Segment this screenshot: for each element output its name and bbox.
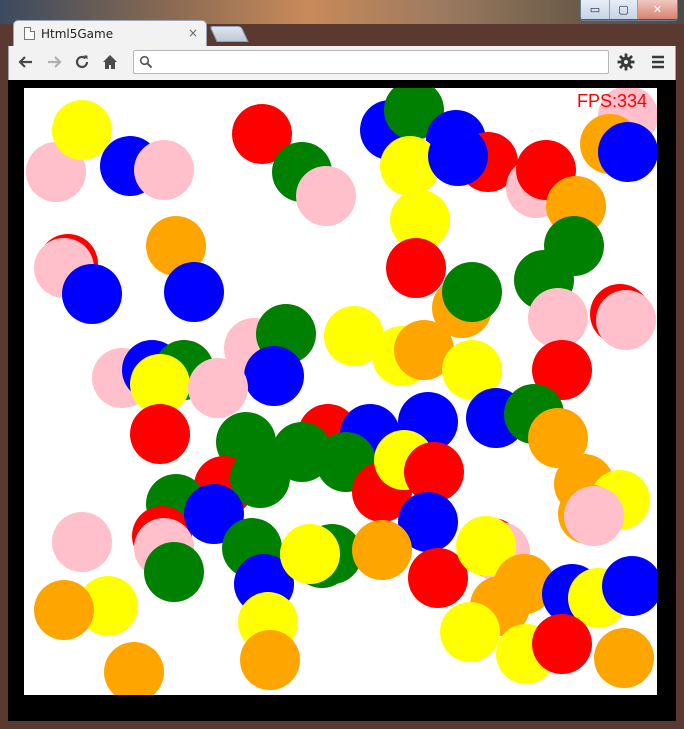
orange-ball <box>594 628 654 688</box>
menu-button[interactable] <box>647 51 669 73</box>
blue-ball <box>164 262 224 322</box>
maximize-button[interactable]: ▢ <box>609 0 637 19</box>
back-button[interactable] <box>15 51 37 73</box>
forward-button[interactable] <box>43 51 65 73</box>
pink-ball <box>52 512 112 572</box>
pink-ball <box>528 288 588 348</box>
page-icon <box>24 27 35 40</box>
red-ball <box>532 614 592 674</box>
yellow-ball <box>280 524 340 584</box>
blue-ball <box>62 264 122 324</box>
browser-toolbar <box>8 46 676 80</box>
search-icon <box>139 55 153 69</box>
green-ball <box>144 542 204 602</box>
reload-button[interactable] <box>71 51 93 73</box>
close-window-button[interactable]: ✕ <box>637 0 677 19</box>
balls-layer <box>26 88 657 695</box>
game-canvas[interactable]: FPS:334 <box>24 88 657 695</box>
blue-ball <box>428 126 488 186</box>
blue-ball <box>598 122 657 182</box>
red-ball <box>386 238 446 298</box>
pink-ball <box>596 290 656 350</box>
pink-ball <box>134 140 194 200</box>
settings-button[interactable] <box>615 51 637 73</box>
reload-icon <box>75 55 89 69</box>
back-arrow-icon <box>18 56 32 68</box>
pink-ball <box>188 358 248 418</box>
tab-title: Html5Game <box>41 26 114 41</box>
yellow-ball <box>440 602 500 662</box>
address-bar[interactable] <box>133 50 609 74</box>
orange-ball <box>34 580 94 640</box>
gear-icon <box>617 53 635 71</box>
tab-strip: Html5Game × <box>0 18 684 46</box>
home-button[interactable] <box>99 51 121 73</box>
minimize-button[interactable]: ▭ <box>581 0 609 19</box>
browser-window: ▭ ▢ ✕ Html5Game × FPS:334 <box>0 0 684 729</box>
tab-close-icon[interactable]: × <box>188 26 198 40</box>
pink-ball <box>564 486 624 546</box>
page-viewport: FPS:334 <box>8 80 676 721</box>
pink-ball <box>296 166 356 226</box>
address-input[interactable] <box>158 53 602 73</box>
green-ball <box>442 262 502 322</box>
blue-ball <box>244 346 304 406</box>
orange-ball <box>104 642 164 695</box>
forward-arrow-icon <box>48 56 62 68</box>
red-ball <box>130 404 190 464</box>
fps-counter: FPS:334 <box>576 91 647 111</box>
orange-ball <box>240 630 300 690</box>
tab-html5game[interactable]: Html5Game × <box>13 20 207 46</box>
new-tab-button[interactable] <box>209 26 249 42</box>
orange-ball <box>352 520 412 580</box>
yellow-ball <box>52 100 112 160</box>
home-icon <box>103 55 117 69</box>
hamburger-menu-icon <box>652 55 664 69</box>
